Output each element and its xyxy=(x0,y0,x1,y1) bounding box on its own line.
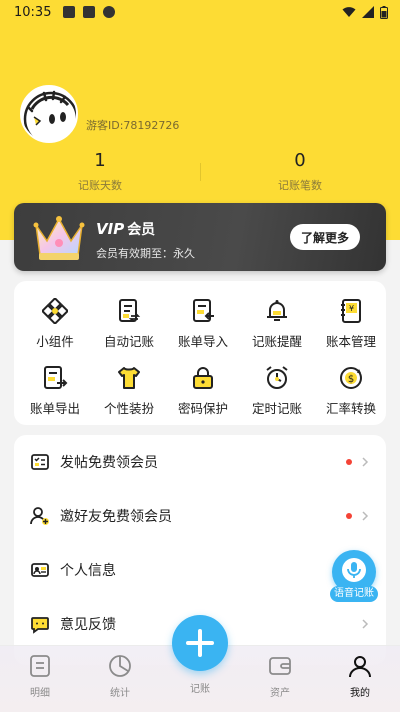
stat-label: 记账天数 xyxy=(78,179,122,192)
user-icon xyxy=(349,656,371,678)
lock-icon xyxy=(193,367,213,389)
stat-value: 1 xyxy=(94,150,106,171)
svg-text:¥: ¥ xyxy=(349,304,354,313)
feature-label: 记账提醒 xyxy=(251,334,302,349)
notification-dot xyxy=(346,459,352,465)
feature-exchange[interactable]: $ 汇率转换 xyxy=(314,365,388,417)
widget-icon xyxy=(42,298,68,324)
feature-label: 账单导入 xyxy=(177,334,228,349)
list-item-invite-friends[interactable]: 邀好友免费领会员 xyxy=(14,489,386,543)
feature-widget[interactable]: 小组件 xyxy=(18,298,92,350)
nav-detail[interactable]: 明细 xyxy=(10,654,70,699)
stat-value: 0 xyxy=(294,150,306,171)
chevron-right-icon xyxy=(362,457,369,467)
nav-label: 资产 xyxy=(270,688,290,699)
nav-mine[interactable]: 我的 xyxy=(330,654,390,699)
nav-label: 我的 xyxy=(350,688,370,699)
bill-export-icon xyxy=(44,366,68,389)
battery-icon xyxy=(380,5,388,19)
list-item-label: 意见反馈 xyxy=(60,617,116,633)
feature-ledger[interactable]: ¥ 账本管理 xyxy=(314,298,388,350)
add-record-button[interactable] xyxy=(172,615,228,671)
list-item-label: 个人信息 xyxy=(60,563,116,579)
guest-id: 游客ID:78192726 xyxy=(86,119,180,132)
notification-dot xyxy=(346,513,352,519)
list-item-label: 邀好友免费领会员 xyxy=(60,509,172,525)
invite-user-icon xyxy=(30,507,49,525)
notification-icon xyxy=(63,6,76,18)
vip-title: VIP 会员 xyxy=(96,219,155,239)
vip-card[interactable]: VIP 会员 会员有效期至：永久 了解更多 xyxy=(14,203,386,271)
nav-label: 统计 xyxy=(110,688,130,699)
list-item-label: 发帖免费领会员 xyxy=(60,455,158,471)
notification-icon xyxy=(83,6,96,18)
wallet-icon xyxy=(269,657,291,675)
nav-assets[interactable]: 资产 xyxy=(250,654,310,699)
stat-record-days[interactable]: 1 记账天数 xyxy=(0,150,200,193)
status-time: 10:35 xyxy=(14,4,52,20)
nav-label: 记账 xyxy=(190,684,210,695)
ledger-icon: ¥ xyxy=(341,299,361,323)
notification-icon xyxy=(103,6,116,18)
feature-reminder[interactable]: 记账提醒 xyxy=(240,298,314,350)
id-card-icon xyxy=(31,563,49,577)
add-icon xyxy=(186,629,214,657)
feature-label: 自动记账 xyxy=(103,334,154,349)
feature-label: 汇率转换 xyxy=(325,401,376,416)
nav-label: 明细 xyxy=(30,688,50,699)
feature-scheduled[interactable]: 定时记账 xyxy=(240,365,314,417)
voice-record-label[interactable]: 语音记账 xyxy=(330,586,378,602)
crown-icon xyxy=(33,216,85,260)
feature-label: 小组件 xyxy=(36,334,74,349)
bill-import-icon xyxy=(193,299,214,322)
feature-label: 账单导出 xyxy=(29,401,80,416)
status-bar: 10:35 xyxy=(0,0,400,24)
vip-badge: VIP xyxy=(96,220,125,238)
feature-label: 定时记账 xyxy=(251,401,302,416)
feature-theme[interactable]: 个性装扮 xyxy=(92,365,166,417)
alarm-clock-icon xyxy=(266,366,288,389)
feature-bill-import[interactable]: 账单导入 xyxy=(166,298,240,350)
feature-password[interactable]: 密码保护 xyxy=(166,365,240,417)
feedback-icon xyxy=(31,617,49,634)
learn-more-button[interactable]: 了解更多 xyxy=(290,224,360,250)
feature-bill-export[interactable]: 账单导出 xyxy=(18,365,92,417)
stat-label: 记账笔数 xyxy=(278,179,322,192)
signal-icon xyxy=(362,6,374,18)
bell-icon xyxy=(267,300,287,321)
post-icon xyxy=(31,454,49,470)
feature-label: 账本管理 xyxy=(325,334,376,349)
feature-label: 密码保护 xyxy=(177,401,228,416)
feature-auto-record[interactable]: 自动记账 xyxy=(92,298,166,350)
pie-chart-icon xyxy=(109,655,131,677)
list-item-post-for-vip[interactable]: 发帖免费领会员 xyxy=(14,435,386,489)
chevron-right-icon xyxy=(362,511,369,521)
tshirt-icon xyxy=(118,367,140,389)
feature-label: 个性装扮 xyxy=(103,401,154,416)
wifi-icon xyxy=(342,7,356,17)
stat-record-count[interactable]: 0 记账笔数 xyxy=(200,150,400,193)
svg-text:$: $ xyxy=(348,374,354,385)
nav-statistics[interactable]: 统计 xyxy=(90,654,150,699)
nav-record[interactable]: 记账 xyxy=(170,674,230,695)
vip-title-text: 会员 xyxy=(127,222,156,238)
auto-record-icon xyxy=(119,299,141,322)
feature-grid: 小组件 自动记账 账单导入 记账提醒 ¥ 账本管理 账单导出 个性装扮 密码保护… xyxy=(14,281,386,425)
detail-icon xyxy=(30,655,50,677)
avatar[interactable] xyxy=(20,85,78,143)
vip-expiry: 会员有效期至：永久 xyxy=(96,247,195,260)
currency-exchange-icon: $ xyxy=(340,367,362,389)
chevron-right-icon xyxy=(362,619,369,629)
